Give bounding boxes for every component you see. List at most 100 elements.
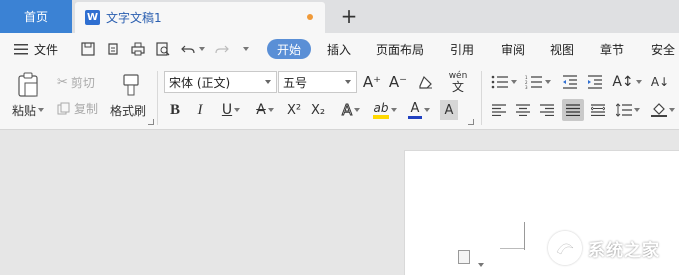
increase-indent-button[interactable]: [585, 72, 605, 92]
paint-bucket-icon: [651, 103, 667, 117]
decrease-indent-icon: [563, 75, 577, 89]
text-cursor: [524, 222, 525, 250]
text-direction-button[interactable]: A↕: [612, 72, 642, 92]
bullet-list-button[interactable]: [489, 72, 519, 92]
italic-button[interactable]: I: [191, 99, 209, 121]
font-expand-icon[interactable]: [468, 119, 474, 125]
chevron-down-icon: [267, 108, 274, 112]
phonetic-guide-button[interactable]: wén 文: [443, 69, 473, 95]
customize-toolbar-icon[interactable]: [240, 41, 250, 57]
sort-icon: A↓: [650, 75, 670, 89]
menu-tab-page-layout[interactable]: 页面布局: [376, 33, 424, 65]
menu-bar: 文件 开始 插入 页面布局 引用 审阅 视图 章节 安全: [0, 33, 679, 65]
align-center-button[interactable]: [513, 100, 533, 120]
undo-dropdown-icon[interactable]: [196, 41, 206, 57]
superscript-button[interactable]: X²: [284, 99, 304, 121]
phonetic-label: wén: [448, 70, 468, 81]
document-icon[interactable]: [458, 250, 470, 264]
align-left-button[interactable]: [489, 100, 509, 120]
bold-button[interactable]: B: [166, 99, 184, 121]
grow-font-button[interactable]: A⁺: [362, 71, 382, 93]
eraser-icon: [419, 75, 432, 89]
copy-button[interactable]: 复制: [57, 99, 98, 117]
text-effect-label: A: [341, 101, 353, 120]
format-painter-icon[interactable]: [118, 71, 144, 99]
bullet-list-icon: [491, 75, 508, 89]
scissors-icon: ✂: [57, 74, 68, 90]
align-left-icon: [492, 104, 506, 116]
font-color-label: A: [410, 100, 420, 116]
cut-label: 剪切: [70, 75, 95, 90]
highlight-button[interactable]: ab: [370, 99, 400, 121]
save-icon[interactable]: [80, 41, 96, 57]
cut-button[interactable]: ✂ 剪切: [57, 73, 95, 91]
unsaved-dot-icon: [307, 14, 313, 20]
redo-icon[interactable]: [214, 41, 230, 57]
menu-tab-view[interactable]: 视图: [550, 33, 574, 65]
highlight-color-swatch: [373, 114, 389, 119]
font-color-swatch: [408, 115, 422, 119]
export-pdf-icon[interactable]: [105, 41, 121, 57]
line-spacing-button[interactable]: [613, 100, 643, 120]
highlighter-icon: ab: [373, 101, 389, 119]
document-tab-title: 文字文稿1: [106, 11, 162, 25]
format-painter-button[interactable]: 格式刷: [110, 101, 146, 119]
tab-bar: 首页 W 文字文稿1 +: [0, 0, 679, 33]
align-center-icon: [516, 104, 530, 116]
svg-text:3: 3: [525, 85, 528, 89]
chevron-down-icon: [424, 108, 430, 112]
text-effect-button[interactable]: A: [337, 99, 365, 121]
menu-tab-insert[interactable]: 插入: [327, 33, 351, 65]
increase-indent-icon: [588, 75, 602, 89]
numbered-list-button[interactable]: 123: [523, 72, 553, 92]
file-menu[interactable]: 文件: [14, 33, 58, 65]
chevron-down-icon[interactable]: [476, 256, 484, 270]
shading-button[interactable]: [648, 100, 678, 120]
justify-button[interactable]: [562, 99, 584, 121]
underline-label: U: [221, 102, 233, 118]
clear-format-button[interactable]: [416, 72, 436, 92]
font-name-value: 宋体 (正文): [169, 75, 231, 90]
font-color-icon: A: [408, 100, 422, 119]
menu-tab-review[interactable]: 审阅: [501, 33, 525, 65]
hamburger-icon: [14, 44, 28, 55]
underline-button[interactable]: U: [216, 99, 246, 121]
shrink-font-button[interactable]: A⁻: [388, 71, 408, 93]
chevron-down-icon: [391, 108, 397, 112]
tab-home[interactable]: 首页: [0, 0, 72, 33]
format-painter-label: 格式刷: [110, 103, 147, 118]
font-color-button[interactable]: A: [405, 99, 433, 121]
watermark-logo: [548, 231, 582, 265]
menu-tab-start[interactable]: 开始: [267, 39, 312, 59]
undo-icon[interactable]: [180, 41, 196, 57]
chevron-down-icon: [345, 80, 351, 84]
chevron-down-icon: [234, 108, 241, 112]
line-spacing-icon: [616, 103, 632, 117]
strikethrough-button[interactable]: A: [250, 99, 280, 121]
new-tab-button[interactable]: +: [338, 4, 360, 28]
phonetic-char-icon: 文: [451, 79, 464, 94]
clipboard-expand-icon[interactable]: [148, 119, 154, 125]
align-right-button[interactable]: [537, 100, 557, 120]
character-shading-button[interactable]: A: [440, 100, 458, 120]
sort-button[interactable]: A↓: [650, 72, 670, 92]
menu-tab-chapter[interactable]: 章节: [600, 33, 624, 65]
subscript-button[interactable]: X₂: [308, 99, 328, 121]
print-icon[interactable]: [130, 41, 146, 57]
separator: [157, 71, 158, 125]
strikethrough-label: A: [256, 102, 266, 118]
menu-tab-references[interactable]: 引用: [450, 33, 474, 65]
tab-document[interactable]: W 文字文稿1: [75, 2, 325, 33]
decrease-indent-button[interactable]: [560, 72, 580, 92]
menu-tab-security[interactable]: 安全: [651, 33, 675, 65]
font-name-select[interactable]: 宋体 (正文): [164, 71, 277, 93]
paste-button[interactable]: 粘贴: [12, 101, 45, 119]
writer-doc-icon: W: [85, 10, 100, 25]
margin-marker: [500, 248, 524, 249]
paste-icon[interactable]: [14, 71, 42, 99]
watermark-text: 系统之家: [588, 240, 660, 261]
font-size-select[interactable]: 五号: [278, 71, 357, 93]
distributed-align-button[interactable]: [588, 100, 608, 120]
paste-label: 粘贴: [12, 103, 37, 118]
print-preview-icon[interactable]: [155, 41, 171, 57]
